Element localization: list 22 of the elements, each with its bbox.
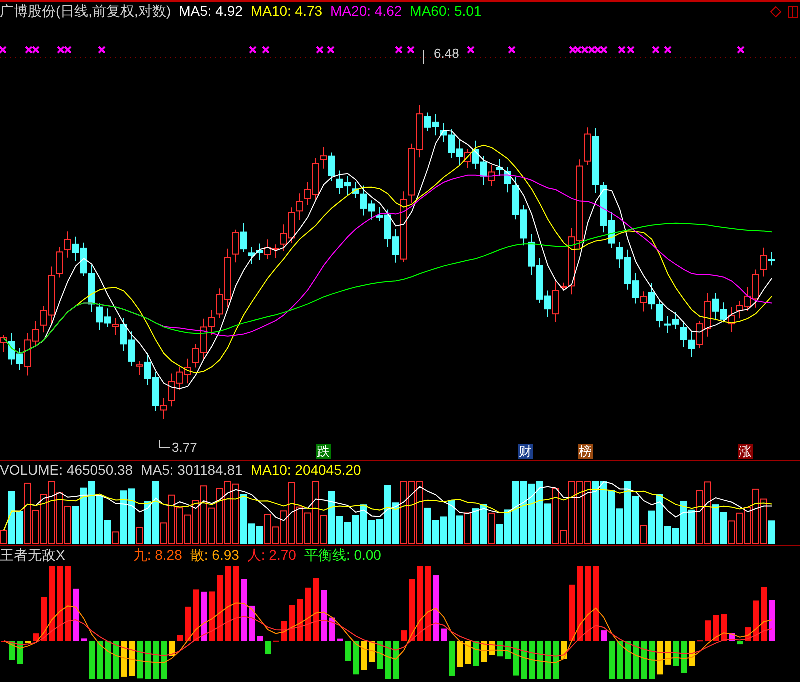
legend-value: MA5: 4.92: [179, 3, 243, 19]
legend-value: MA5: 301184.81: [141, 462, 243, 478]
signal-tag: 跌: [316, 444, 331, 459]
legend-value: MA60: 5.01: [410, 3, 482, 19]
legend-value: 散: 6.93: [190, 547, 240, 563]
legend-value: MA20: 4.62: [330, 3, 402, 19]
signal-tag: 榜: [578, 444, 593, 459]
chart-title: 广博股份(日线,前复权,对数): [0, 3, 172, 19]
split-panel-icon[interactable]: [788, 6, 798, 18]
legend-value: MA10: 4.73: [250, 3, 323, 19]
legend-value: VOLUME: 465050.38: [0, 462, 134, 478]
legend-value: 人: 2.70: [247, 547, 296, 563]
legend-value: MA10: 204045.20: [250, 462, 362, 478]
leader-line: [160, 440, 170, 448]
legend-value: 平衡线: 0.00: [304, 547, 382, 563]
diamond-icon[interactable]: [770, 6, 782, 18]
signal-tag: 财: [518, 444, 533, 459]
legend-value: 九: 8.28: [133, 547, 182, 563]
high-price-label: 6.48: [434, 46, 460, 61]
low-price-label: 3.77: [172, 440, 198, 455]
signal-tag: 涨: [738, 444, 753, 459]
indicator-title: 王者无敌X: [0, 547, 66, 563]
